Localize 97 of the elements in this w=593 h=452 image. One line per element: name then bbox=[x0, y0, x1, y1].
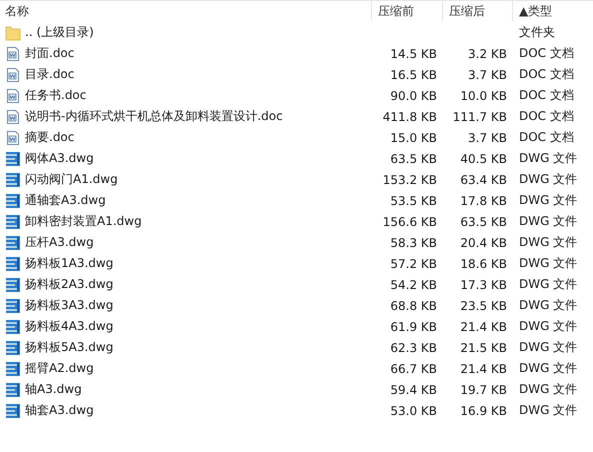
original-size: 411.8 KB bbox=[382, 110, 437, 124]
file-name[interactable]: 卸料密封装置A1.dwg bbox=[25, 213, 142, 230]
original-size: 15.0 KB bbox=[390, 130, 437, 144]
column-header[interactable]: 压缩后 bbox=[443, 1, 513, 21]
file-type: DWG 文件 bbox=[519, 319, 578, 333]
file-name[interactable]: 任务书.doc bbox=[25, 87, 86, 104]
file-name[interactable]: 轴A3.dwg bbox=[25, 381, 82, 398]
compressed-size: 3.2 KB bbox=[468, 46, 507, 60]
compressed-size: 21.5 KB bbox=[460, 340, 507, 354]
original-size: 62.3 KB bbox=[390, 340, 437, 354]
compressed-size: 63.5 KB bbox=[460, 214, 507, 228]
file-name[interactable]: 封面.doc bbox=[25, 45, 74, 62]
file-type: DOC 文档 bbox=[519, 46, 574, 60]
file-name[interactable]: .. (上级目录) bbox=[25, 24, 94, 41]
folder-icon bbox=[5, 24, 21, 40]
file-type: DOC 文档 bbox=[519, 130, 574, 144]
file-name[interactable]: 扬料板4A3.dwg bbox=[25, 318, 114, 335]
original-size: 61.9 KB bbox=[390, 320, 437, 334]
file-type: DWG 文件 bbox=[519, 340, 578, 354]
column-header[interactable]: 名称 bbox=[0, 1, 372, 21]
column-header[interactable]: 压缩前 bbox=[372, 1, 443, 21]
compressed-size: 17.3 KB bbox=[460, 278, 507, 292]
original-size: 53.0 KB bbox=[390, 404, 437, 418]
file-name[interactable]: 压杆A3.dwg bbox=[25, 234, 94, 251]
original-size: 59.4 KB bbox=[390, 382, 437, 396]
file-name[interactable]: 扬料板2A3.dwg bbox=[25, 276, 114, 293]
drawing-file-icon bbox=[5, 214, 21, 230]
file-type: DOC 文档 bbox=[519, 109, 574, 123]
original-size: 16.5 KB bbox=[390, 68, 437, 82]
compressed-size: 18.6 KB bbox=[460, 256, 507, 270]
drawing-file-icon bbox=[5, 276, 21, 292]
compressed-size: 40.5 KB bbox=[460, 152, 507, 166]
original-size: 14.5 KB bbox=[390, 46, 437, 60]
file-type: DWG 文件 bbox=[519, 151, 578, 165]
compressed-size: 21.4 KB bbox=[460, 362, 507, 376]
file-name[interactable]: 阀体A3.dwg bbox=[25, 150, 94, 167]
compressed-size: 21.4 KB bbox=[460, 320, 507, 334]
file-name[interactable]: 摇臂A2.dwg bbox=[25, 360, 94, 377]
file-type: DWG 文件 bbox=[519, 235, 578, 249]
compressed-size: 10.0 KB bbox=[460, 88, 507, 102]
compressed-size: 19.7 KB bbox=[460, 382, 507, 396]
drawing-file-icon bbox=[5, 234, 21, 250]
original-size: 54.2 KB bbox=[390, 278, 437, 292]
file-name[interactable]: 目录.doc bbox=[25, 66, 74, 83]
file-type: DWG 文件 bbox=[519, 214, 578, 228]
original-size: 58.3 KB bbox=[390, 236, 437, 250]
drawing-file-icon bbox=[5, 318, 21, 334]
compressed-size: 3.7 KB bbox=[468, 68, 507, 82]
file-name[interactable]: 扬料板3A3.dwg bbox=[25, 297, 114, 314]
file-name[interactable]: 扬料板1A3.dwg bbox=[25, 255, 114, 272]
compressed-size: 111.7 KB bbox=[452, 110, 507, 124]
column-header[interactable]: ▲类型 bbox=[513, 1, 593, 21]
compressed-size: 16.9 KB bbox=[460, 404, 507, 418]
original-size: 153.2 KB bbox=[382, 172, 437, 186]
file-type: DWG 文件 bbox=[519, 403, 578, 417]
file-name[interactable]: 摘要.doc bbox=[25, 129, 74, 146]
document-icon bbox=[5, 66, 21, 82]
file-type: DWG 文件 bbox=[519, 172, 578, 186]
drawing-file-icon bbox=[5, 150, 21, 166]
compressed-size: 3.7 KB bbox=[468, 130, 507, 144]
compressed-size: 63.4 KB bbox=[460, 172, 507, 186]
file-name[interactable]: 说明书-内循环式烘干机总体及卸料装置设计.doc bbox=[25, 108, 283, 125]
file-type: 文件夹 bbox=[519, 25, 555, 39]
compressed-size: 23.5 KB bbox=[460, 298, 507, 312]
file-name[interactable]: 扬料板5A3.dwg bbox=[25, 339, 114, 356]
document-icon bbox=[5, 108, 21, 124]
original-size: 57.2 KB bbox=[390, 256, 437, 270]
original-size: 66.7 KB bbox=[390, 362, 437, 376]
drawing-file-icon bbox=[5, 340, 21, 356]
drawing-file-icon bbox=[5, 192, 21, 208]
file-type: DOC 文档 bbox=[519, 67, 574, 81]
file-type: DWG 文件 bbox=[519, 361, 578, 375]
file-name[interactable]: 轴套A3.dwg bbox=[25, 402, 94, 419]
file-type: DOC 文档 bbox=[519, 88, 574, 102]
drawing-file-icon bbox=[5, 402, 21, 418]
file-type: DWG 文件 bbox=[519, 277, 578, 291]
document-icon bbox=[5, 130, 21, 146]
file-type: DWG 文件 bbox=[519, 193, 578, 207]
original-size: 156.6 KB bbox=[382, 214, 437, 228]
drawing-file-icon bbox=[5, 172, 21, 188]
original-size: 68.8 KB bbox=[390, 298, 437, 312]
compressed-size: 20.4 KB bbox=[460, 236, 507, 250]
drawing-file-icon bbox=[5, 360, 21, 376]
original-size: 63.5 KB bbox=[390, 152, 437, 166]
original-size: 90.0 KB bbox=[390, 88, 437, 102]
file-name[interactable]: 通轴套A3.dwg bbox=[25, 192, 106, 209]
original-size: 53.5 KB bbox=[390, 194, 437, 208]
drawing-file-icon bbox=[5, 256, 21, 272]
drawing-file-icon bbox=[5, 298, 21, 314]
file-type: DWG 文件 bbox=[519, 256, 578, 270]
drawing-file-icon bbox=[5, 382, 21, 398]
file-type: DWG 文件 bbox=[519, 382, 578, 396]
file-type: DWG 文件 bbox=[519, 298, 578, 312]
document-icon bbox=[5, 46, 21, 62]
document-icon bbox=[5, 88, 21, 104]
compressed-size: 17.8 KB bbox=[460, 194, 507, 208]
file-name[interactable]: 闪动阀门A1.dwg bbox=[25, 171, 118, 188]
